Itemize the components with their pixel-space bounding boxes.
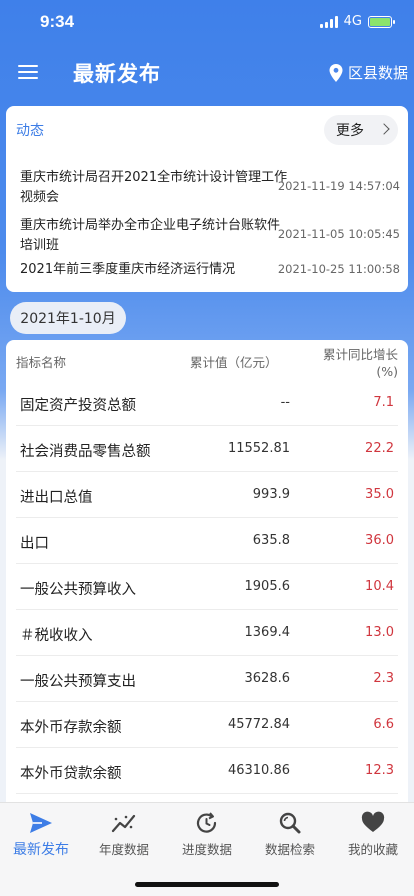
indicator-name: 本外币存款余额 (20, 720, 122, 736)
more-button[interactable]: 更多 (324, 115, 398, 145)
heart-icon (361, 811, 385, 832)
header-cumulative-value: 累计值（亿元） (190, 355, 278, 370)
tab-data-search[interactable]: 数据检索 (249, 811, 331, 858)
header-indicator-name: 指标名称 (16, 355, 67, 370)
indicator-name: 社会消费品零售总额 (20, 444, 151, 460)
header-growth-rate-line1: 累计同比增长 (322, 347, 398, 362)
refresh-clock-icon (196, 812, 217, 833)
news-title: 2021年前三季度重庆市经济运行情况 (20, 262, 236, 277)
indicator-value: 1905.6 (244, 579, 291, 594)
indicator-value: 3628.6 (244, 671, 291, 686)
indicator-name: 一般公共预算支出 (20, 674, 136, 690)
trend-icon (111, 814, 136, 833)
header-growth-rate-line2: (%) (376, 364, 398, 379)
table-row[interactable]: ＃税收收入 1369.4 13.0 (16, 610, 398, 656)
indicator-name: ＃税收收入 (20, 628, 93, 644)
tab-annual-data[interactable]: 年度数据 (83, 811, 165, 858)
table-row[interactable]: 一般公共预算收入 1905.6 10.4 (16, 564, 398, 610)
table-row[interactable]: 进出口总值 993.9 35.0 (16, 472, 398, 518)
battery-icon (368, 15, 395, 28)
network-label: 4G (343, 14, 362, 29)
district-data-label: 区县数据 (347, 64, 408, 82)
table-row[interactable]: 本外币贷款余额 46310.86 12.3 (16, 748, 398, 794)
news-item[interactable]: 2021年前三季度重庆市经济运行情况 2021-10-25 11:00:58 (20, 260, 400, 280)
tab-label: 年度数据 (98, 842, 149, 857)
indicator-growth: 6.6 (373, 717, 394, 732)
menu-icon[interactable] (18, 65, 38, 79)
table-row[interactable]: 一般公共预算支出 3628.6 2.3 (16, 656, 398, 702)
indicator-value: 1369.4 (244, 625, 291, 640)
send-icon (30, 813, 52, 833)
status-indicators: 4G (319, 14, 395, 29)
news-title: 重庆市统计局召开2021全市统计设计管理工作视频会 (20, 170, 288, 205)
district-data-button[interactable]: 区县数据 (329, 62, 408, 83)
tab-my-favorites[interactable]: 我的收藏 (332, 811, 414, 858)
news-card: 动态 更多 重庆市统计局召开2021全市统计设计管理工作视频会 2021-11-… (6, 106, 408, 292)
tab-progress-data[interactable]: 进度数据 (166, 811, 248, 858)
news-item[interactable]: 重庆市统计局举办全市企业电子统计台账软件培训班 2021-11-05 10:05… (20, 216, 400, 256)
news-time: 2021-11-19 14:57:04 (277, 179, 400, 193)
tab-label: 我的收藏 (347, 842, 398, 857)
header-growth-rate: 累计同比增长 (%) (323, 346, 398, 380)
indicator-growth: 7.1 (373, 395, 394, 410)
indicator-growth: 12.3 (365, 763, 394, 778)
indicator-table: 指标名称 累计值（亿元） 累计同比增长 (%) 固定资产投资总额 -- 7.1 … (6, 340, 408, 802)
indicator-growth: 10.4 (365, 579, 394, 594)
home-indicator (135, 882, 279, 887)
indicator-value: 11552.81 (227, 441, 290, 456)
news-time: 2021-10-25 11:00:58 (277, 262, 400, 276)
page-title: 最新发布 (73, 62, 161, 86)
indicator-growth: 35.0 (365, 487, 394, 502)
news-heading: 动态 (16, 123, 44, 139)
indicator-growth: 22.2 (365, 441, 394, 456)
indicator-value: 46310.86 (227, 763, 290, 778)
indicator-value: -- (280, 395, 290, 410)
status-bar: 9:34 4G (0, 0, 414, 44)
indicator-growth: 13.0 (365, 625, 394, 640)
tab-label: 数据检索 (264, 842, 315, 857)
tab-label: 最新发布 (13, 842, 69, 858)
table-row[interactable]: 本外币存款余额 45772.84 6.6 (16, 702, 398, 748)
news-time: 2021-11-05 10:05:45 (277, 227, 400, 241)
news-item[interactable]: 重庆市统计局召开2021全市统计设计管理工作视频会 2021-11-19 14:… (20, 168, 400, 208)
table-row[interactable]: 出口 635.8 36.0 (16, 518, 398, 564)
indicator-name: 出口 (20, 536, 49, 552)
tab-label: 进度数据 (181, 842, 232, 857)
more-label: 更多 (336, 123, 364, 139)
chevron-right-icon (378, 123, 390, 135)
indicator-name: 进出口总值 (20, 490, 93, 506)
indicator-value: 993.9 (252, 487, 290, 502)
indicator-name: 固定资产投资总额 (20, 398, 136, 414)
indicator-name: 本外币贷款余额 (20, 766, 122, 782)
indicator-growth: 2.3 (373, 671, 394, 686)
indicator-name: 一般公共预算收入 (20, 582, 136, 598)
table-row[interactable]: 社会消费品零售总额 11552.81 22.2 (16, 426, 398, 472)
news-title: 重庆市统计局举办全市企业电子统计台账软件培训班 (20, 218, 281, 253)
search-icon (279, 812, 301, 834)
table-row[interactable]: 固定资产投资总额 -- 7.1 (16, 380, 398, 426)
status-time: 9:34 (40, 12, 75, 31)
indicator-value: 45772.84 (227, 717, 290, 732)
period-tag: 2021年1-10月 (10, 302, 126, 334)
signal-icon (319, 15, 338, 28)
indicator-growth: 36.0 (365, 533, 394, 548)
nav-bar: 最新发布 区县数据 (0, 48, 414, 96)
indicator-value: 635.8 (252, 533, 290, 548)
location-pin-icon (329, 63, 343, 82)
tab-latest-release[interactable]: 最新发布 (0, 811, 82, 859)
